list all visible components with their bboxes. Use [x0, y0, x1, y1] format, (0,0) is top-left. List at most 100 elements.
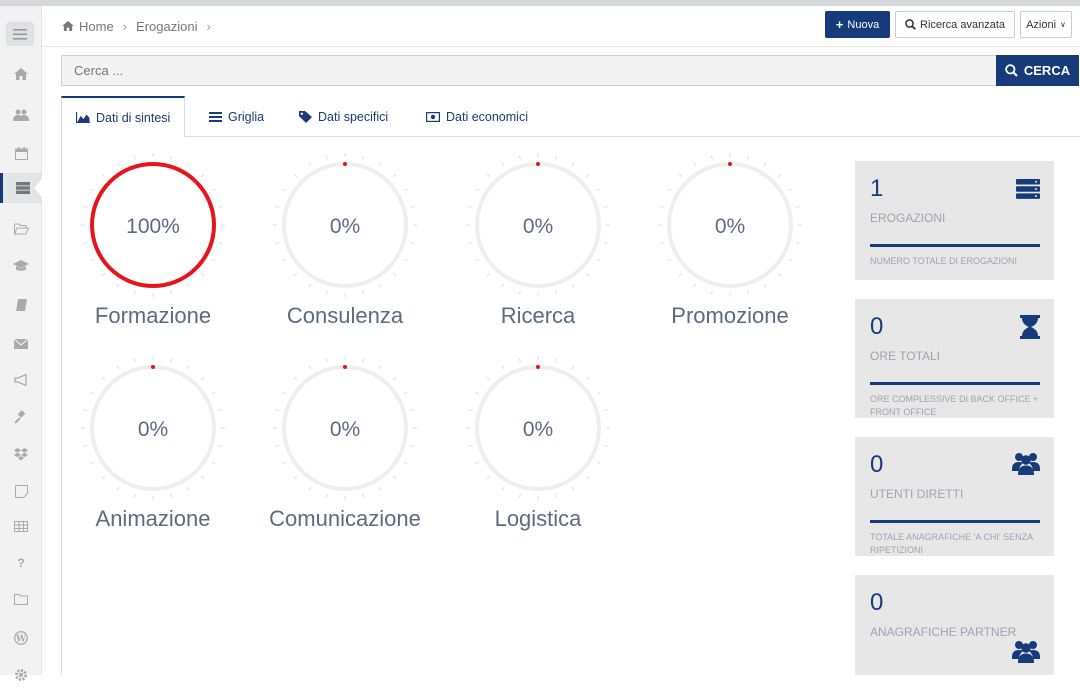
gauge-tick: [486, 376, 491, 381]
gauge-tick: [378, 486, 382, 491]
plus-icon: +: [835, 17, 844, 32]
envelope-icon[interactable]: [0, 329, 42, 359]
gauge-tick: [777, 173, 782, 178]
tab-dati-di-sintesi[interactable]: Dati di sintesi: [61, 96, 186, 138]
home-icon[interactable]: [0, 59, 42, 89]
stat-number: 0: [870, 313, 884, 340]
gear-icon[interactable]: [0, 660, 42, 690]
breadcrumb-current[interactable]: Erogazioni: [136, 19, 197, 34]
gauge-tick: [325, 493, 328, 498]
users-icon: [1012, 639, 1040, 668]
gauge-tick: [186, 283, 190, 288]
gauge-marker: [728, 162, 732, 166]
gauge-tick: [200, 173, 205, 178]
gauge-tick: [392, 475, 397, 480]
gauge-value: 100%: [126, 215, 180, 238]
gauge-tick: [308, 486, 312, 491]
tab-label: Dati economici: [446, 109, 528, 124]
book-icon[interactable]: [0, 290, 42, 320]
calendar-icon[interactable]: [0, 138, 42, 168]
gauge-tick: [596, 461, 601, 465]
gauge-tick: [170, 358, 173, 363]
nuova-button[interactable]: + Nuova: [825, 11, 890, 38]
gauge-tick: [116, 162, 120, 167]
tab-dati-economici[interactable]: Dati economici: [426, 96, 528, 137]
gauge-tick: [116, 365, 120, 370]
gauge-tick: [747, 290, 750, 295]
gauge-tick: [555, 155, 558, 160]
gauge-tick: [200, 376, 205, 381]
tab-griglia[interactable]: Griglia: [209, 96, 264, 137]
gauge-tick: [585, 173, 590, 178]
gauge-animazione: 0%: [81, 356, 225, 500]
stat-card-ore-totali: 0 ORE TOTALI ORE COMPLESSIVE DI BACK OFF…: [855, 299, 1054, 418]
chevron-down-icon: ∨: [1060, 20, 1066, 29]
gauge-tick: [410, 408, 415, 411]
wordpress-icon[interactable]: W: [0, 623, 42, 653]
ricerca-avanzata-button[interactable]: Ricerca avanzata: [895, 11, 1015, 38]
gauge-tick: [133, 155, 136, 160]
folder-icon[interactable]: [0, 584, 42, 614]
gauge-formazione: 100%: [81, 153, 225, 297]
money-icon: [426, 111, 440, 122]
bullhorn-icon[interactable]: [0, 365, 42, 395]
gauge-value: 0%: [523, 418, 553, 441]
menu-icon[interactable]: [6, 22, 34, 46]
table-icon[interactable]: [0, 511, 42, 541]
gauge-tick: [83, 408, 88, 411]
folder-open-icon[interactable]: [0, 214, 42, 244]
gauge-tick: [486, 475, 491, 480]
gauge-tick: [133, 358, 136, 363]
gauge-tick: [555, 493, 558, 498]
gauge-tick: [83, 242, 88, 245]
gauge-tick: [603, 445, 608, 448]
gauge-tick: [501, 486, 505, 491]
gauge-value: 0%: [138, 418, 168, 441]
gauge-tick: [596, 188, 601, 192]
gauge-tick: [571, 283, 575, 288]
gauge-tick: [660, 242, 665, 245]
gauge-tick: [486, 173, 491, 178]
azioni-dropdown[interactable]: Azioni ∨: [1020, 11, 1072, 38]
gauge-tick: [667, 188, 672, 192]
gauge-tick: [133, 290, 136, 295]
gauge-tick: [468, 205, 473, 208]
gauge-tick: [275, 445, 280, 448]
gauge-tick: [571, 365, 575, 370]
dropbox-icon[interactable]: [0, 439, 42, 469]
gauge-tick: [693, 162, 697, 167]
gauge-tick: [585, 272, 590, 277]
gauge-tick: [200, 475, 205, 480]
server-icon[interactable]: [0, 173, 43, 203]
gauge-label: Animazione: [95, 506, 211, 531]
tab-dati-specifici[interactable]: Dati specifici: [299, 96, 388, 137]
gauge-tick: [116, 486, 120, 491]
gavel-icon[interactable]: [0, 402, 42, 432]
search-button[interactable]: CERCA: [996, 55, 1079, 86]
gauge-tick: [468, 408, 473, 411]
chevron-right-icon: ›: [206, 18, 211, 34]
gauge-tick: [83, 445, 88, 448]
gauge-tick: [218, 408, 223, 411]
sticky-note-icon[interactable]: [0, 476, 42, 506]
gauge-tick: [186, 486, 190, 491]
gauge-tick: [90, 258, 95, 262]
gauge-tick: [667, 258, 672, 262]
gauge-tick: [90, 461, 95, 465]
search-input[interactable]: [61, 55, 997, 86]
graduation-cap-icon[interactable]: [0, 251, 42, 281]
gauge-tick: [763, 162, 767, 167]
stat-card-erogazioni: 1 EROGAZIONI NUMERO TOTALE DI EROGAZIONI: [855, 161, 1054, 280]
gauge-label: Ricerca: [500, 303, 576, 328]
gauge-tick: [468, 445, 473, 448]
gauge-tick: [475, 258, 480, 262]
stat-title: ANAGRAFICHE PARTNER: [870, 625, 1017, 639]
question-icon[interactable]: ?: [0, 548, 42, 578]
gauge-tick: [116, 283, 120, 288]
gauge-tick: [596, 391, 601, 395]
users-icon[interactable]: [0, 100, 42, 130]
gauge-tick: [403, 391, 408, 395]
gauge-tick: [211, 188, 216, 192]
gauge-value: 0%: [330, 215, 360, 238]
breadcrumb-home[interactable]: Home: [79, 19, 114, 34]
